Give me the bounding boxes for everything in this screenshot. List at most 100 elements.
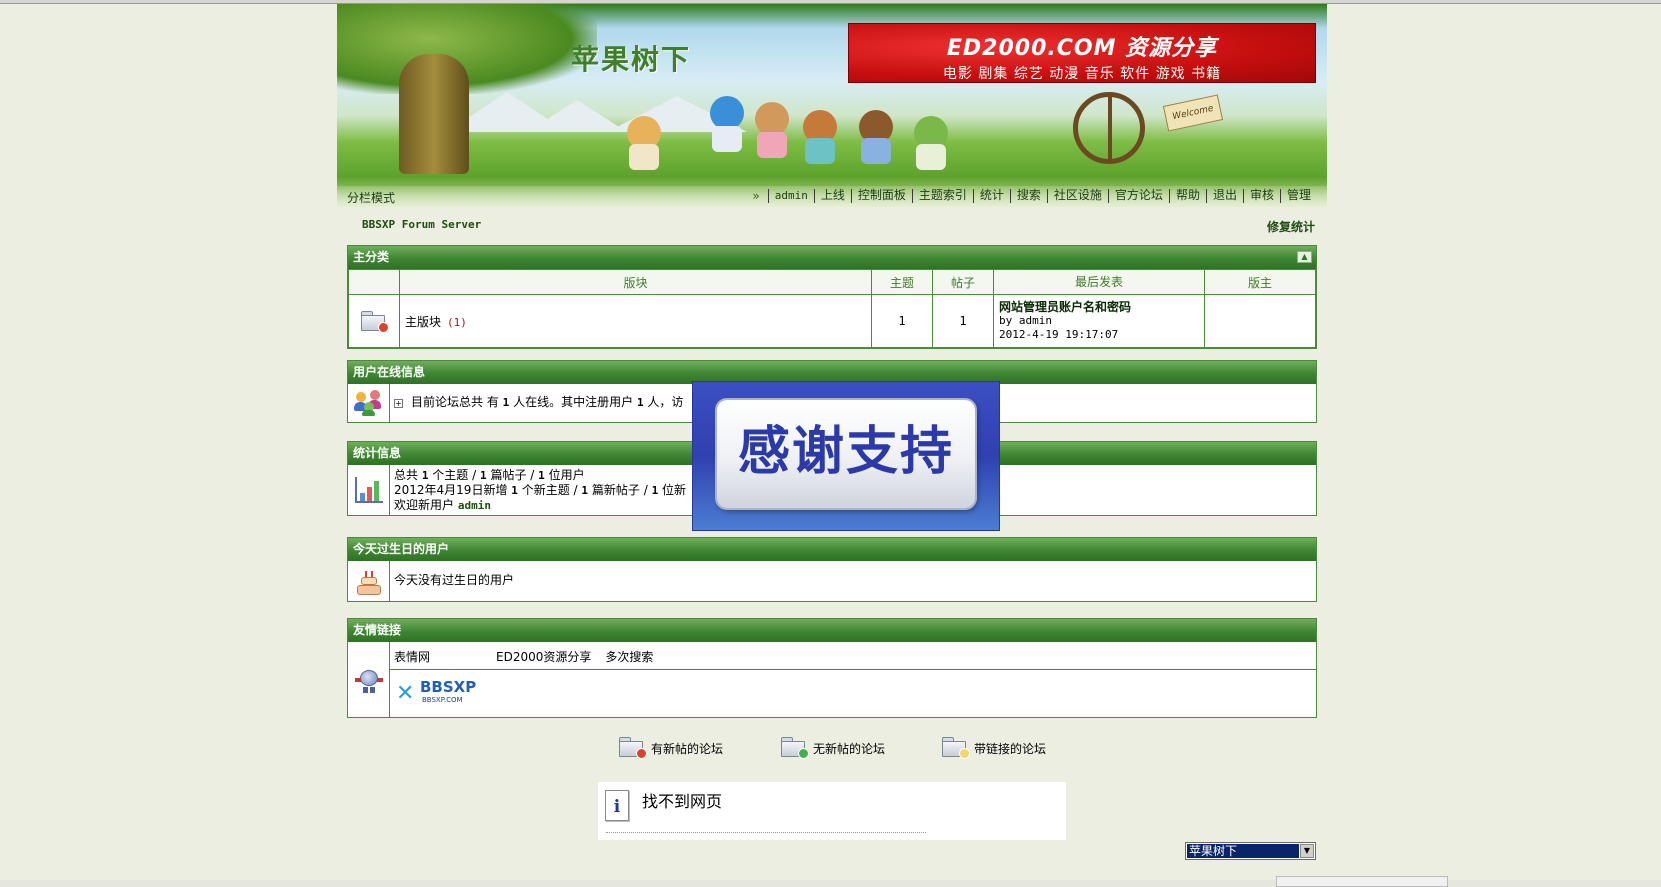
banner-tree-trunk: [399, 54, 469, 174]
birthday-title: 今天过生日的用户: [353, 542, 450, 556]
col-posts: 帖子: [932, 269, 994, 295]
robot-icon: [354, 666, 383, 694]
link-biaoqing[interactable]: 表情网: [394, 650, 430, 664]
no-new-posts-folder-icon: [781, 737, 809, 759]
banner-kid: [712, 126, 742, 152]
repair-stats-link[interactable]: 修复统计: [1267, 218, 1315, 235]
nav-item-community[interactable]: 社区设施: [1046, 189, 1108, 203]
nav-raquo-icon: »: [752, 189, 760, 203]
links-panel: 友情链接 表情网 ED2000资源分享 多次搜索 ✕ BBSXP BBSXP.C…: [347, 618, 1317, 718]
stats-title: 统计信息: [353, 446, 402, 460]
links-title: 友情链接: [353, 623, 402, 637]
link-ed2000[interactable]: ED2000资源分享: [496, 650, 591, 664]
birthday-panel: 今天过生日的用户 今天没有过生日的用户: [347, 537, 1317, 602]
nav-item-online[interactable]: 上线: [813, 189, 851, 203]
error-truncated-line: [606, 832, 926, 836]
main-category-header: 主分类 ▲: [348, 246, 1316, 269]
nav-item-control-panel[interactable]: 控制面板: [850, 189, 912, 203]
board-cell: 主版块 (1): [399, 294, 872, 348]
chevron-down-icon[interactable]: ▼: [1300, 844, 1314, 858]
bbsxp-x-icon: ✕: [396, 681, 415, 706]
forum-table-header: 版块 主题 帖子 最后发表 版主: [348, 269, 1316, 295]
main-category-title[interactable]: 主分类: [353, 250, 389, 264]
links-header: 友情链接: [348, 619, 1316, 642]
banner-waterwheel: [1073, 92, 1145, 164]
stats-icon-cell: [348, 465, 390, 515]
site-logo-title[interactable]: 苹果树下: [571, 38, 691, 78]
banner-welcome-sign: Welcome: [1162, 94, 1224, 132]
banner-kid: [805, 138, 835, 164]
online-title: 用户在线信息: [353, 365, 426, 379]
banner-kid: [755, 102, 789, 136]
page-not-found-frame: i 找不到网页: [598, 782, 1066, 840]
last-post-cell: 网站管理员账户名和密码 by admin 2012-4-19 19:17:07: [993, 294, 1205, 348]
col-topics: 主题: [871, 269, 933, 295]
main-category-panel: 主分类 ▲ 版块 主题 帖子 最后发表 版主 主版块 (1) 1 1 网站管理员…: [347, 245, 1317, 349]
nav-item-admin[interactable]: 管理: [1279, 189, 1317, 203]
board-link[interactable]: 主版块: [405, 315, 441, 329]
nav-item-review[interactable]: 审核: [1242, 189, 1280, 203]
ime-toolbar[interactable]: [1276, 876, 1448, 887]
birthday-icon-cell: [348, 561, 390, 601]
last-post-author[interactable]: by admin: [999, 314, 1204, 328]
board-today-count: (1): [447, 315, 467, 329]
chart-icon: [354, 477, 383, 503]
board-posts: 1: [932, 294, 994, 348]
nav-item-search[interactable]: 搜索: [1009, 189, 1047, 203]
link-folder-icon: [942, 737, 970, 759]
links-icon-cell: [348, 642, 390, 717]
logo-links-row: ✕ BBSXP BBSXP.COM: [390, 670, 1316, 715]
nav-item-user[interactable]: admin: [767, 189, 814, 203]
last-post-time: 2012-4-19 19:17:07: [999, 328, 1119, 341]
online-icon-cell: [348, 384, 390, 422]
info-icon: i: [605, 790, 629, 821]
server-name-link[interactable]: BBSXP Forum Server: [362, 218, 481, 231]
banner-kid: [757, 132, 787, 158]
moderator-cell: [1204, 294, 1316, 348]
ad-title: ED2000.COM 资源分享: [946, 36, 1218, 61]
last-post-title-link[interactable]: 网站管理员账户名和密码: [999, 300, 1204, 314]
thanks-popup-card: 感谢支持: [717, 400, 975, 508]
forum-table: 版块 主题 帖子 最后发表 版主 主版块 (1) 1 1 网站管理员账户名和密码…: [348, 269, 1316, 348]
collapse-icon[interactable]: ▲: [1297, 251, 1312, 263]
ad-banner[interactable]: ED2000.COM 资源分享 电影 剧集 综艺 动漫 音乐 软件 游戏 书籍: [848, 23, 1316, 83]
board-status-cell: [348, 294, 400, 348]
error-title: 找不到网页: [642, 792, 723, 811]
banner-kid: [629, 144, 659, 170]
col-moderator: 版主: [1204, 269, 1316, 295]
style-select[interactable]: 苹果树下 ▼: [1185, 842, 1316, 860]
top-navbar: 分栏模式 » admin 上线 控制面板 主题索引 统计 搜索 社区设施 官方论…: [337, 186, 1327, 207]
cake-icon: [356, 567, 381, 595]
nav-item-stats[interactable]: 统计: [972, 189, 1010, 203]
link-search[interactable]: 多次搜索: [605, 650, 653, 664]
new-posts-folder-icon: [619, 737, 647, 759]
legend-link-forum: 带链接的论坛: [942, 737, 1046, 759]
nav-item-help[interactable]: 帮助: [1168, 189, 1206, 203]
birthday-header: 今天过生日的用户: [348, 538, 1316, 561]
board-topics: 1: [871, 294, 933, 348]
new-user-link[interactable]: admin: [458, 499, 491, 512]
links-rows: 表情网 ED2000资源分享 多次搜索 ✕ BBSXP BBSXP.COM: [390, 642, 1316, 717]
forum-wrapper: Welcome 苹果树下 ED2000.COM 资源分享 电影 剧集 综艺 动漫…: [337, 4, 1327, 718]
ad-subtitle: 电影 剧集 综艺 动漫 音乐 软件 游戏 书籍: [942, 66, 1222, 82]
thanks-popup-text: 感谢支持: [737, 422, 954, 482]
people-icon: [353, 390, 384, 416]
col-icon: [348, 269, 400, 295]
bbsxp-logo-link[interactable]: ✕ BBSXP BBSXP.COM: [396, 677, 482, 707]
header-banner: Welcome 苹果树下 ED2000.COM 资源分享 电影 剧集 综艺 动漫…: [337, 4, 1327, 207]
birthday-body: 今天没有过生日的用户: [348, 561, 1316, 601]
birthday-text: 今天没有过生日的用户: [394, 573, 515, 587]
nav-item-official-forum[interactable]: 官方论坛: [1107, 189, 1169, 203]
banner-kid: [710, 96, 744, 130]
col-board: 版块: [399, 269, 872, 295]
server-row: BBSXP Forum Server 修复统计: [337, 218, 1327, 234]
nav-item-logout[interactable]: 退出: [1205, 189, 1243, 203]
view-mode-toggle[interactable]: 分栏模式: [347, 189, 395, 206]
thanks-popup[interactable]: 感谢支持: [692, 381, 1000, 531]
nav-item-topic-index[interactable]: 主题索引: [911, 189, 973, 203]
nav-links: » admin 上线 控制面板 主题索引 统计 搜索 社区设施 官方论坛 帮助 …: [752, 189, 1317, 203]
text-links-row: 表情网 ED2000资源分享 多次搜索: [390, 642, 1316, 670]
new-posts-folder-icon: [361, 311, 389, 333]
expand-icon[interactable]: +: [394, 399, 403, 408]
banner-kid: [916, 144, 946, 170]
